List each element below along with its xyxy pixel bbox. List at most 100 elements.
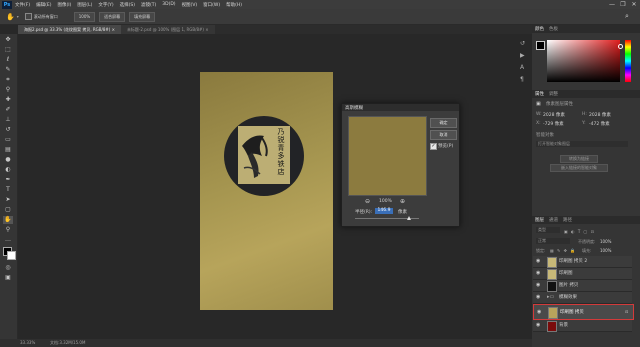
menu-3d[interactable]: 3D(D) [162,2,175,7]
layer-filter-icons[interactable]: ▣ ◐ T ▢ ⊡ [564,229,595,234]
menu-help[interactable]: 帮助(H) [226,2,242,8]
menu-layer[interactable]: 图层(L) [77,2,92,8]
x-value[interactable]: -729 像素 [543,121,564,127]
radius-slider-thumb[interactable] [407,216,412,220]
layer-row[interactable]: ◉ 背景 [533,320,632,332]
layer-row-selected[interactable]: ◉ 印刷图 拷贝 ⊡ [533,304,634,320]
radius-input[interactable]: 146.9 [375,208,393,214]
zoom-in-icon[interactable]: ⊕ [400,198,405,205]
tab-channels[interactable]: 通道 [549,217,558,223]
w-value[interactable]: 2028 像素 [543,112,565,118]
color-foreground-swatch[interactable] [536,41,545,50]
tab-layers[interactable]: 图层 [535,217,544,223]
tab-properties[interactable]: 属性 [535,91,544,97]
zoom-tool-icon[interactable]: ⚲ [3,226,13,234]
crop-tool-icon[interactable]: ⌗ [3,76,13,84]
history-brush-tool-icon[interactable]: ↺ [3,126,13,134]
opacity-value[interactable]: 100% [600,239,611,244]
menu-filter[interactable]: 滤镜(T) [141,2,156,8]
more-tools-icon[interactable]: … [3,236,13,244]
fill-screen-button[interactable]: 填充屏幕 [129,11,156,22]
search-icon[interactable]: ⌕ [625,12,629,21]
tab-adjustments[interactable]: 调整 [549,91,558,97]
layer-row[interactable]: ◉ 印刷图 [533,268,632,280]
blend-mode-select[interactable]: 正常 [536,238,570,244]
embed-smart-object-button[interactable]: 嵌入链接的智能对象 [550,164,608,172]
gaussian-blur-dialog[interactable]: 高斯模糊 确定 取消 ✓ 预览(P) ⊖ 100% ⊕ 半径(R): 146.9… [341,103,460,227]
background-color-swatch[interactable] [7,251,16,260]
convert-link-button[interactable]: 转换为链接 [560,155,598,163]
zoom-out-icon[interactable]: ⊖ [365,198,370,205]
tab-untitled-2[interactable]: 未标题-2.psd @ 100% (图层 1, RGB/8#) × [120,25,215,34]
character-panel-icon[interactable]: A [520,64,524,71]
hand-tool-icon[interactable]: ✋ [6,13,15,21]
menu-select[interactable]: 选择(S) [120,2,135,8]
tab-paths[interactable]: 路径 [563,217,572,223]
move-tool-icon[interactable]: ✥ [3,36,13,44]
preview-checkbox[interactable]: ✓ [430,143,437,150]
layers-panel-header: 图层 通道 路径 [532,216,640,224]
type-tool-icon[interactable]: T [3,186,13,194]
history-panel-icon[interactable]: ↺ [520,40,525,47]
tab-active-document[interactable]: 海报2.psd @ 33.3% (花纹图案 拷贝, RGB/8#) × [18,25,121,34]
eye-icon[interactable]: ◉ [536,258,540,264]
scroll-all-label: 滚动所有窗口 [33,13,58,19]
scroll-all-checkbox[interactable] [24,13,32,20]
minimize-button[interactable]: — [607,0,617,9]
path-select-tool-icon[interactable]: ➤ [3,196,13,204]
eye-icon[interactable]: ◉ [536,282,540,288]
eye-icon[interactable]: ◉ [537,309,541,315]
marquee-tool-icon[interactable]: ⬚ [3,46,13,54]
eraser-tool-icon[interactable]: ▭ [3,136,13,144]
eye-icon[interactable]: ◉ [536,270,540,276]
gradient-tool-icon[interactable]: ▤ [3,146,13,154]
fit-screen-button[interactable]: 适合屏幕 [99,11,126,22]
paragraph-panel-icon[interactable]: ¶ [520,76,524,83]
zoom-100-button[interactable]: 100% [73,11,96,22]
lock-icons[interactable]: ▦ ✎ ✥ 🔒 [550,248,576,253]
actions-panel-icon[interactable]: ▶ [520,52,525,59]
color-picker-marker[interactable] [618,44,623,49]
pen-tool-icon[interactable]: ✒ [3,176,13,184]
shape-tool-icon[interactable]: ▢ [3,206,13,214]
smart-source-field[interactable]: 打开智能对象图层 [536,141,628,147]
quick-select-tool-icon[interactable]: ✎ [3,66,13,74]
quick-mask-icon[interactable]: ◎ [3,264,13,272]
menu-view[interactable]: 视图(V) [182,2,198,8]
tab-color[interactable]: 颜色 [535,26,544,32]
h-value[interactable]: 2028 像素 [589,112,611,118]
blur-tool-icon[interactable]: ● [3,156,13,164]
eye-icon[interactable]: ◉ [536,322,540,328]
menu-image[interactable]: 图像(I) [57,2,71,8]
blur-preview[interactable] [348,116,427,196]
layer-row[interactable]: ◉ 图片 拷贝 [533,280,632,292]
hue-slider[interactable] [625,40,631,82]
hand-tool-icon[interactable]: ✋ [3,216,13,224]
layer-kind-filter[interactable]: 类型 [536,227,560,233]
healing-tool-icon[interactable]: ✚ [3,96,13,104]
lasso-tool-icon[interactable]: ℓ [3,56,13,64]
menu-window[interactable]: 窗口(W) [203,2,220,8]
eye-icon[interactable]: ◉ [536,294,540,300]
menu-type[interactable]: 文字(Y) [98,2,113,8]
dodge-tool-icon[interactable]: ◐ [3,166,13,174]
ok-button[interactable]: 确定 [430,118,457,128]
restore-button[interactable]: ❐ [618,0,628,9]
cancel-button[interactable]: 取消 [430,130,457,140]
dialog-title-bar[interactable]: 高斯模糊 [342,104,459,111]
color-field[interactable] [547,40,620,82]
layer-thumbnail [547,269,557,280]
chevron-down-icon[interactable]: ▾ [17,14,19,19]
menu-file[interactable]: 文件(F) [15,2,30,8]
layer-row[interactable]: ◉ 印刷图 拷贝 2 [533,256,632,268]
menu-edit[interactable]: 编辑(E) [36,2,51,8]
screen-mode-icon[interactable]: ▣ [3,274,13,282]
stamp-tool-icon[interactable]: ⊥ [3,116,13,124]
layer-group-row[interactable]: ◉ ▸▭ 模糊效果 [533,292,632,304]
close-button[interactable]: ✕ [629,0,639,9]
y-value[interactable]: -472 像素 [589,121,610,127]
tab-swatches[interactable]: 色板 [549,26,558,32]
eyedropper-tool-icon[interactable]: ⚲ [3,86,13,94]
fill-value[interactable]: 100% [600,248,611,253]
brush-tool-icon[interactable]: ✐ [3,106,13,114]
